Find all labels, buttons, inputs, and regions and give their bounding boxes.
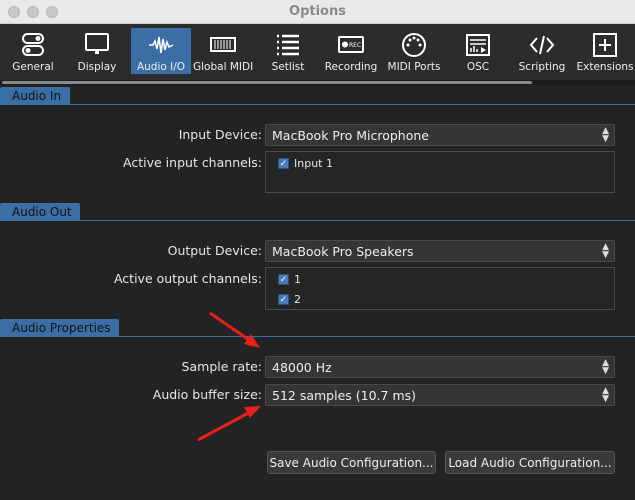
- red-arrow-icon: [210, 313, 260, 348]
- annotation-arrows: [0, 0, 635, 500]
- red-arrow-icon: [198, 406, 261, 440]
